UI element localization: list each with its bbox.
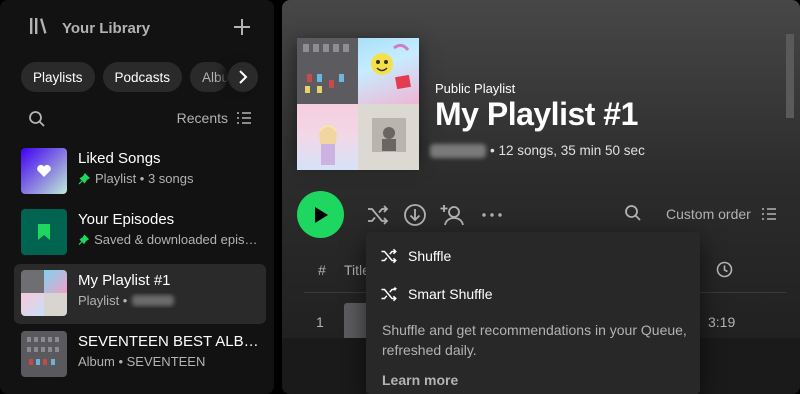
menu-item-label: Smart Shuffle [408, 286, 493, 302]
cover-tile-colorful [358, 38, 419, 104]
invite-collaborator-button[interactable] [438, 201, 466, 229]
smart-shuffle-description: Shuffle and get recommendations in your … [382, 322, 687, 358]
list-icon [237, 112, 251, 124]
chips-next-button[interactable] [228, 62, 258, 92]
library-item-sub: Album • SEVENTEEN [78, 354, 206, 369]
filter-chips: Playlists Podcasts Albu [21, 62, 229, 92]
library-title: Your Library [62, 19, 151, 37]
library-item-liked-songs[interactable]: Liked Songs Playlist • 3 songs [14, 142, 266, 202]
library-sort-label: Recents [176, 110, 228, 126]
shuffle-button[interactable] [364, 201, 392, 229]
menu-item-smart-shuffle[interactable]: Smart Shuffle [366, 276, 700, 312]
chip-albums[interactable]: Albu [190, 62, 229, 92]
playlist-title[interactable]: My Playlist #1 [435, 96, 638, 133]
playlist-mosaic-thumb [21, 270, 67, 316]
liked-songs-cover [21, 148, 67, 194]
play-button[interactable] [297, 191, 344, 238]
playlist-sort-label: Custom order [666, 206, 751, 222]
download-icon [404, 204, 426, 226]
download-button[interactable] [401, 201, 429, 229]
chip-podcasts[interactable]: Podcasts [102, 62, 183, 92]
library-sidebar: Your Library Playlists Podcasts Albu Rec… [0, 0, 274, 394]
track-duration: 3:19 [708, 314, 736, 330]
library-item-your-episodes[interactable]: Your Episodes Saved & downloaded episode… [14, 203, 266, 263]
library-search-button[interactable] [28, 110, 46, 133]
ellipsis-icon [482, 213, 502, 217]
playlist-search-button[interactable] [624, 204, 642, 227]
library-item-sub: Playlist • 3 songs [95, 171, 194, 186]
library-item-sub: Saved & downloaded episodes [94, 232, 260, 247]
scrollbar[interactable] [786, 34, 794, 118]
library-header[interactable]: Your Library [28, 16, 150, 40]
cover-tile-pastel [297, 104, 358, 170]
search-icon [625, 205, 641, 221]
chip-playlists[interactable]: Playlists [21, 62, 95, 92]
library-item-my-playlist[interactable]: My Playlist #1 Playlist • [14, 264, 266, 324]
menu-item-shuffle[interactable]: Shuffle [366, 238, 700, 274]
more-options-button[interactable] [478, 201, 506, 229]
shuffle-icon [368, 205, 389, 225]
playlist-meta: • 12 songs, 35 min 50 sec [430, 143, 645, 158]
pin-icon [78, 233, 90, 245]
track-number: 1 [316, 314, 324, 330]
pin-icon [78, 172, 90, 184]
add-user-icon [440, 205, 464, 226]
play-icon [314, 206, 328, 223]
library-item-name: Your Episodes [78, 211, 175, 228]
column-header-number: # [318, 262, 326, 278]
episodes-cover [21, 209, 67, 255]
library-item-name: My Playlist #1 [78, 272, 171, 289]
library-icon [28, 16, 48, 41]
chevron-right-icon [239, 70, 248, 84]
learn-more-link[interactable]: Learn more [382, 372, 458, 388]
library-item-sub: Playlist • [78, 293, 128, 308]
album-cover [21, 331, 67, 377]
menu-item-label: Shuffle [408, 248, 452, 264]
clock-icon [716, 261, 733, 283]
library-item-name: Liked Songs [78, 150, 161, 167]
playlist-cover[interactable] [297, 38, 419, 170]
shuffle-icon [381, 248, 397, 264]
library-item-name: SEVENTEEN BEST ALBUM '17 IS RIGHT HERE' [78, 333, 260, 350]
list-icon [761, 208, 776, 220]
playlist-sort-button[interactable]: Custom order [666, 206, 777, 222]
create-playlist-button[interactable] [230, 14, 254, 40]
heart-icon [37, 164, 51, 177]
smart-shuffle-icon [381, 286, 398, 302]
cover-tile-monochrome [358, 104, 419, 170]
playlist-stats: • 12 songs, 35 min 50 sec [490, 143, 645, 158]
library-sort-button[interactable]: Recents [177, 110, 252, 126]
blurred-owner [132, 295, 175, 306]
search-icon [29, 111, 45, 127]
blurred-owner [430, 143, 486, 158]
library-item-seventeen-album[interactable]: SEVENTEEN BEST ALBUM '17 IS RIGHT HERE' … [14, 325, 266, 385]
plus-icon [234, 19, 250, 35]
bookmark-icon [38, 224, 50, 240]
playlist-type: Public Playlist [435, 81, 516, 96]
cover-tile-album [297, 38, 358, 104]
shuffle-menu: Shuffle Smart Shuffle Shuffle and get re… [366, 232, 700, 394]
